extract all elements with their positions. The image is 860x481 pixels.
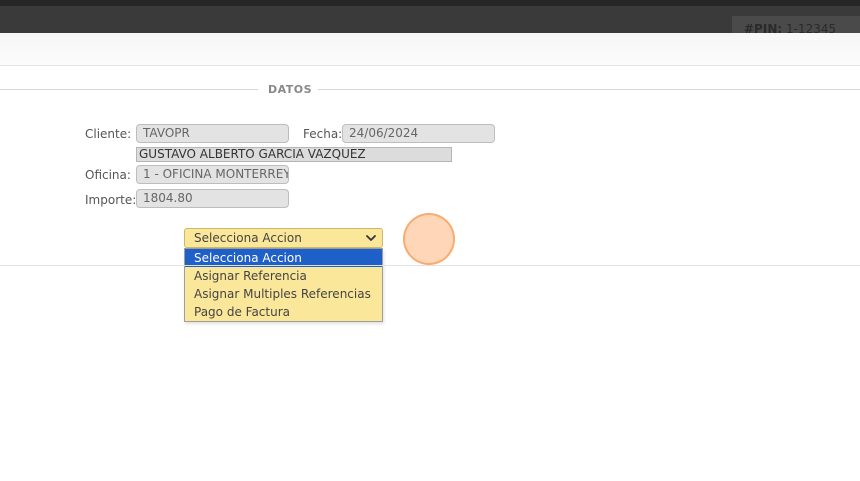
cliente-label: Cliente: xyxy=(85,127,132,141)
importe-field[interactable]: 1804.80 xyxy=(136,189,289,208)
section-bottom-divider xyxy=(0,265,860,266)
action-select-value: Selecciona Accion xyxy=(194,231,302,245)
fecha-field[interactable]: 24/06/2024 xyxy=(342,124,495,143)
importe-label: Importe: xyxy=(85,193,137,207)
option-asignar-referencia[interactable]: Asignar Referencia xyxy=(185,267,382,285)
oficina-field[interactable]: 1 - OFICINA MONTERREY xyxy=(136,165,289,184)
option-pago-de-factura[interactable]: Pago de Factura xyxy=(185,303,382,321)
cursor-click-indicator xyxy=(403,213,455,265)
client-name-display: GUSTAVO ALBERTO GARCIA VAZQUEZ xyxy=(136,147,452,162)
section-legend-datos: DATOS xyxy=(268,83,313,96)
legend-divider-right xyxy=(318,89,860,90)
top-navigation-bar: #PIN: 1-12345 xyxy=(0,0,860,39)
oficina-label: Oficina: xyxy=(85,168,131,182)
cliente-field[interactable]: TAVOPR xyxy=(136,124,289,143)
chevron-down-icon xyxy=(366,235,376,241)
option-asignar-multiples-referencias[interactable]: Asignar Multiples Referencias xyxy=(185,285,382,303)
toolbar-band xyxy=(0,33,860,66)
action-dropdown-list: Selecciona Accion Asignar Referencia Asi… xyxy=(184,248,383,322)
action-select[interactable]: Selecciona Accion xyxy=(184,228,383,248)
fecha-label: Fecha: xyxy=(303,127,343,141)
legend-divider-left xyxy=(0,89,258,90)
